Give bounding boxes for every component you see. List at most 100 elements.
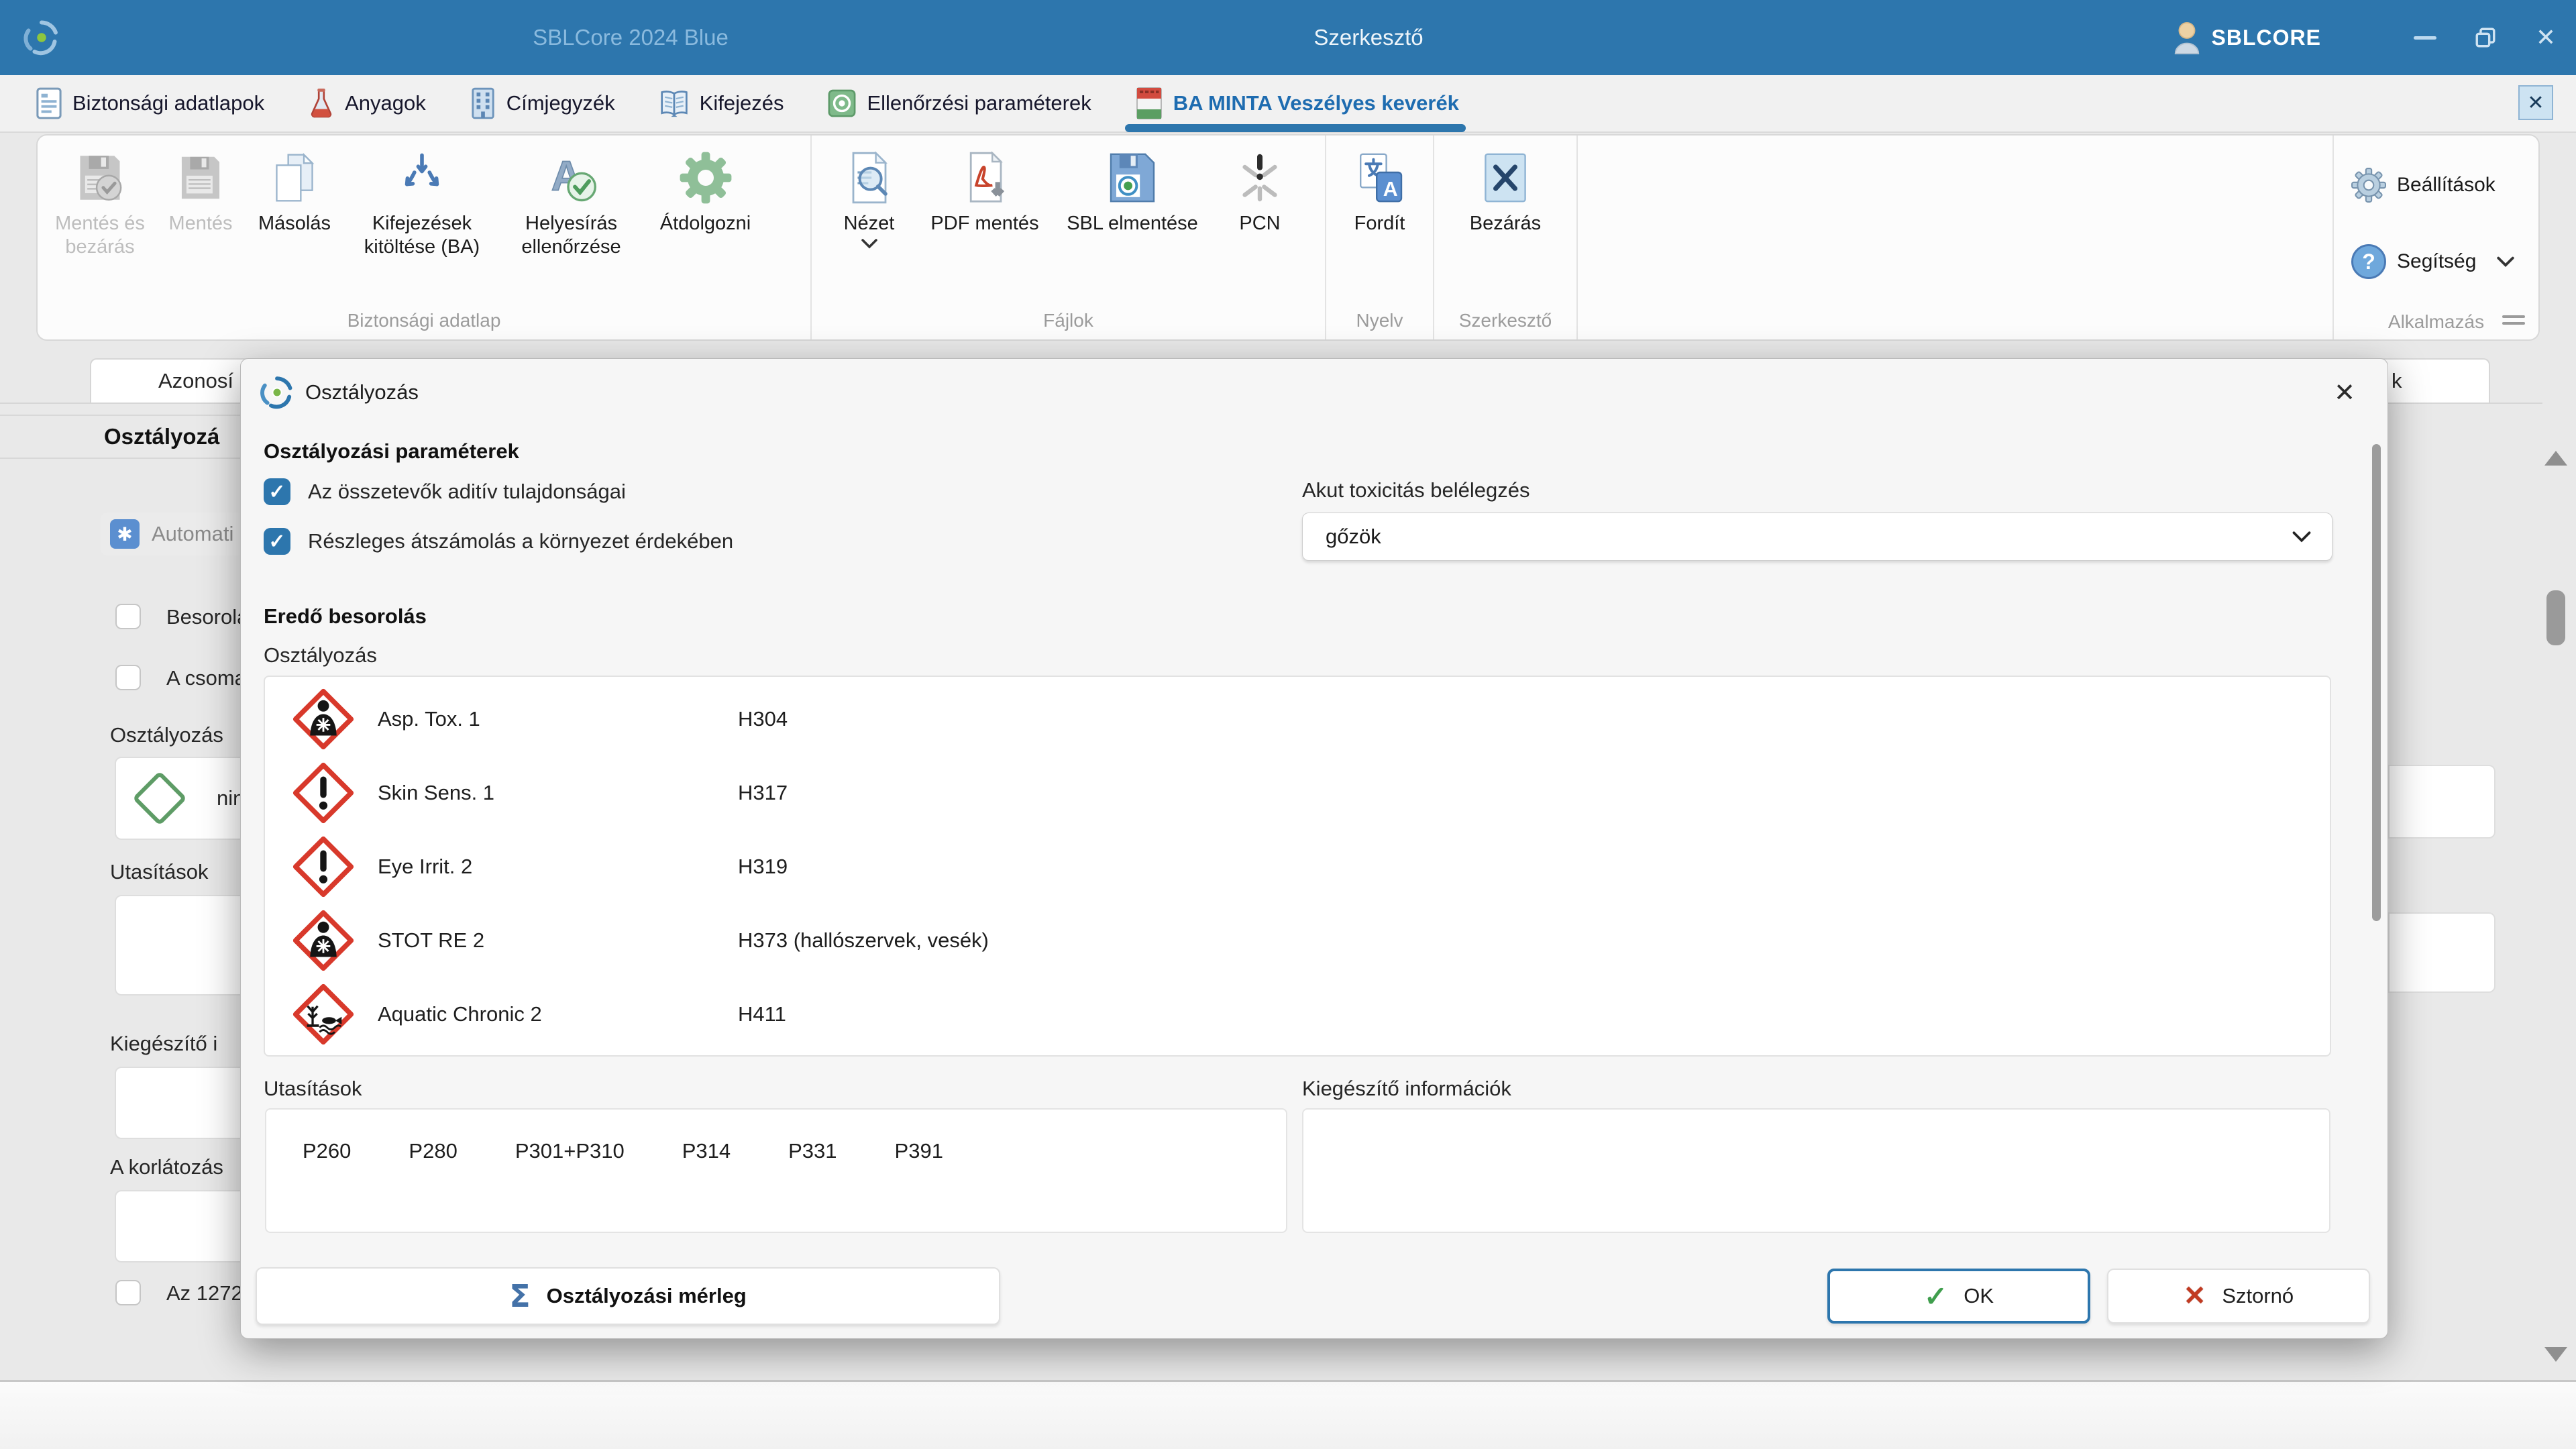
ok-button[interactable]: ✓ OK bbox=[1827, 1269, 2090, 1324]
bg-field-stub bbox=[2388, 912, 2496, 993]
translate-button[interactable]: A Fordít bbox=[1333, 146, 1427, 235]
close-document-tab-button[interactable]: ✕ bbox=[2518, 85, 2553, 120]
button-label: Kifejezések kitöltése (BA) bbox=[345, 212, 499, 260]
tab-biztonsagi-adatlapok[interactable]: Biztonsági adatlapok bbox=[36, 75, 264, 131]
svg-text:A: A bbox=[1383, 178, 1397, 201]
rework-button[interactable]: Átdolgozni bbox=[643, 146, 767, 235]
scroll-up-arrow[interactable] bbox=[2544, 451, 2567, 466]
classification-row[interactable]: Asp. Tox. 1 H304 bbox=[265, 682, 2330, 756]
acute-toxicity-dropdown[interactable]: gőzök bbox=[1302, 513, 2332, 561]
checkbox-row-additive[interactable]: ✓ Az összetevők aditív tulajdonságai bbox=[264, 478, 626, 505]
tab-cimjegyzek[interactable]: Címjegyzék bbox=[470, 75, 615, 131]
button-label: Bezárás bbox=[1470, 212, 1541, 235]
sbl-save-icon bbox=[1106, 146, 1159, 209]
classification-row[interactable]: Skin Sens. 1 H317 bbox=[265, 756, 2330, 830]
bg-checkbox-csomag[interactable] bbox=[115, 665, 141, 690]
classification-name: STOT RE 2 bbox=[378, 928, 738, 953]
checkbox-label: Az összetevők aditív tulajdonságai bbox=[308, 480, 626, 504]
ribbon-group-fajlok: Nézet PDF mentés bbox=[812, 136, 1326, 339]
app-logo-icon bbox=[21, 17, 62, 58]
translate-icon: A bbox=[1353, 146, 1407, 209]
ribbon-group-szerkeszto: Bezárás Szerkesztő bbox=[1434, 136, 1578, 339]
ghs07-exclamation-icon bbox=[292, 835, 355, 898]
ribbon-group-label: Nyelv bbox=[1326, 310, 1433, 331]
active-tab-underline bbox=[1125, 124, 1466, 132]
button-label: Helyesírás ellenőrzése bbox=[499, 212, 643, 260]
copy-button[interactable]: Másolás bbox=[244, 146, 345, 235]
sbl-save-button[interactable]: SBL elmentése bbox=[1049, 146, 1216, 235]
close-editor-icon bbox=[1481, 146, 1530, 209]
tab-ellenorzesi-parameterek[interactable]: Ellenőrzési paraméterek bbox=[828, 75, 1091, 131]
tab-ba-minta-veszelyes-keverek[interactable]: BA MINTA Veszélyes keverék bbox=[1136, 75, 1459, 131]
save-icon bbox=[174, 146, 227, 209]
classification-row[interactable]: STOT RE 2 H373 (hallószervek, vesék) bbox=[265, 904, 2330, 977]
ribbon: Mentés és bezárás Mentés bbox=[36, 134, 2540, 341]
checkbox-label: Részleges átszámolás a környezet érdekéb… bbox=[308, 529, 733, 553]
user-menu[interactable]: SBLCORE bbox=[2171, 20, 2321, 55]
bg-checkbox-1272[interactable] bbox=[115, 1280, 141, 1305]
p-code: P331 bbox=[788, 1139, 837, 1232]
section-divider bbox=[0, 415, 282, 416]
ghs08-health-hazard-icon bbox=[292, 688, 355, 751]
tab-label: Kifejezés bbox=[700, 91, 784, 115]
close-icon: ✕ bbox=[2536, 23, 2556, 52]
minimize-button[interactable] bbox=[2395, 0, 2455, 75]
bg-checkbox-label: A csoma bbox=[166, 666, 246, 690]
supplementary-box[interactable] bbox=[1302, 1108, 2330, 1233]
help-button[interactable]: ? Segítség bbox=[2351, 244, 2515, 279]
fill-phrases-button[interactable]: Kifejezések kitöltése (BA) bbox=[345, 146, 499, 260]
bg-field-stub bbox=[2388, 765, 2496, 839]
save-close-icon bbox=[72, 146, 127, 209]
bg-supplementary-label: Kiegészítő i bbox=[110, 1032, 217, 1056]
close-window-button[interactable]: ✕ bbox=[2516, 0, 2576, 75]
button-label: PCN bbox=[1239, 212, 1280, 235]
tab-anyagok[interactable]: Anyagok bbox=[309, 75, 426, 131]
checkbox-row-environment[interactable]: ✓ Részleges átszámolás a környezet érdek… bbox=[264, 528, 733, 555]
spellcheck-button[interactable]: A Helyesírás ellenőrzése bbox=[499, 146, 643, 260]
restore-button[interactable] bbox=[2455, 0, 2516, 75]
building-icon bbox=[470, 87, 496, 119]
p-code: P301+P310 bbox=[515, 1139, 625, 1232]
scroll-down-arrow[interactable] bbox=[2544, 1347, 2567, 1362]
help-label: Segítség bbox=[2397, 250, 2476, 273]
classification-list[interactable]: Asp. Tox. 1 H304 Skin Sens. 1 H317 Eye I… bbox=[264, 676, 2331, 1057]
ribbon-group-label: Fájlok bbox=[812, 310, 1325, 331]
settings-button[interactable]: Beállítások bbox=[2351, 168, 2496, 203]
bg-checkbox-besorolas[interactable] bbox=[115, 604, 141, 629]
cancel-button[interactable]: ✕ Sztornó bbox=[2107, 1269, 2370, 1324]
empty-diamond-icon bbox=[132, 771, 187, 826]
dialog-close-button[interactable]: ✕ bbox=[2328, 376, 2361, 409]
tab-label: Ellenőrzési paraméterek bbox=[867, 91, 1091, 115]
hazard-code: H304 bbox=[738, 707, 788, 731]
button-label: Fordít bbox=[1354, 212, 1405, 235]
pdf-save-button[interactable]: PDF mentés bbox=[921, 146, 1049, 235]
bg-restriction-label: A korlátozás bbox=[110, 1155, 223, 1179]
p-code: P260 bbox=[303, 1139, 351, 1232]
close-editor-button[interactable]: Bezárás bbox=[1442, 146, 1569, 235]
scrollbar-thumb[interactable] bbox=[2546, 590, 2565, 645]
pcn-button[interactable]: PCN bbox=[1216, 146, 1303, 235]
button-label: Mentés és bezárás bbox=[43, 212, 157, 260]
save-button: Mentés bbox=[157, 146, 244, 235]
params-heading: Osztályozási paraméterek bbox=[264, 439, 519, 464]
classification-row[interactable]: Aquatic Chronic 2 H411 bbox=[265, 977, 2330, 1051]
dialog-title: Osztályozás bbox=[305, 380, 419, 405]
ghs09-environment-icon bbox=[292, 983, 355, 1046]
view-button[interactable]: Nézet bbox=[817, 146, 921, 249]
spellcheck-icon: A bbox=[543, 146, 600, 209]
group-menu-icon[interactable] bbox=[2502, 311, 2525, 329]
bg-section-header: Osztályozá bbox=[104, 424, 219, 449]
bg-classification-label: Osztályozás bbox=[110, 723, 223, 747]
ribbon-group-biztonsagi-adatlap: Mentés és bezárás Mentés bbox=[38, 136, 812, 339]
classification-row[interactable]: Eye Irrit. 2 H319 bbox=[265, 830, 2330, 904]
hazard-code: H411 bbox=[738, 1002, 786, 1026]
classification-balance-button[interactable]: Σ Osztályozási mérleg bbox=[256, 1267, 1000, 1325]
classification-name: Eye Irrit. 2 bbox=[378, 855, 738, 879]
dialog-scrollbar-thumb[interactable] bbox=[2372, 444, 2381, 921]
bg-instructions-label: Utasítások bbox=[110, 860, 208, 884]
precaution-codes-box[interactable]: P260 P280 P301+P310 P314 P331 P391 bbox=[265, 1108, 1287, 1233]
bg-checkbox-label: Besorola bbox=[166, 605, 248, 629]
auto-gear-icon: ✱ bbox=[110, 519, 140, 549]
tab-kifejezes[interactable]: Kifejezés bbox=[659, 75, 784, 131]
classification-name: Asp. Tox. 1 bbox=[378, 707, 738, 731]
